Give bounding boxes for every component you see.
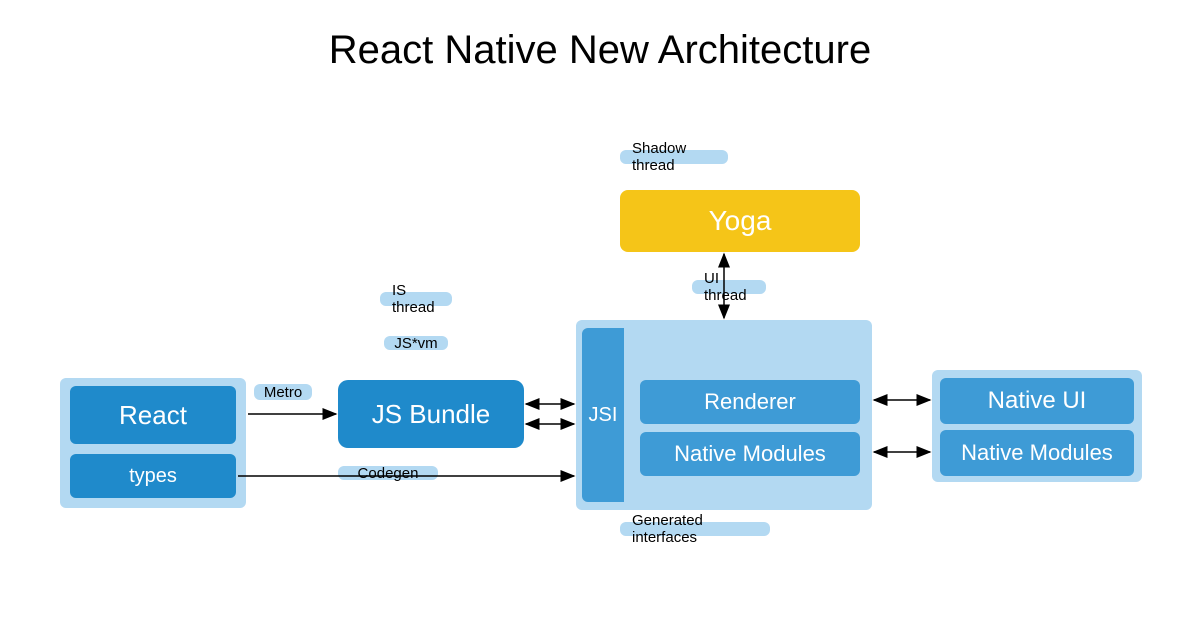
native-ui-box: Native UI: [940, 378, 1134, 424]
types-box: types: [70, 454, 236, 498]
yoga-box: Yoga: [620, 190, 860, 252]
codegen-label: Codegen: [338, 466, 438, 480]
ui-thread-label: UI thread: [692, 280, 766, 294]
shadow-thread-label: Shadow thread: [620, 150, 728, 164]
jsi-native-modules-box: Native Modules: [640, 432, 860, 476]
diagram-title: React Native New Architecture: [0, 28, 1200, 73]
arrows-layer: [0, 0, 1200, 628]
js-bundle-box: JS Bundle: [338, 380, 524, 448]
is-thread-label: IS thread: [380, 292, 452, 306]
metro-label: Metro: [254, 384, 312, 400]
generated-interfaces-label: Generated interfaces: [620, 522, 770, 536]
renderer-box: Renderer: [640, 380, 860, 424]
react-box: React: [70, 386, 236, 444]
native-modules-box: Native Modules: [940, 430, 1134, 476]
js-vm-label: JS*vm: [384, 336, 448, 350]
jsi-tab: JSI: [582, 328, 624, 502]
